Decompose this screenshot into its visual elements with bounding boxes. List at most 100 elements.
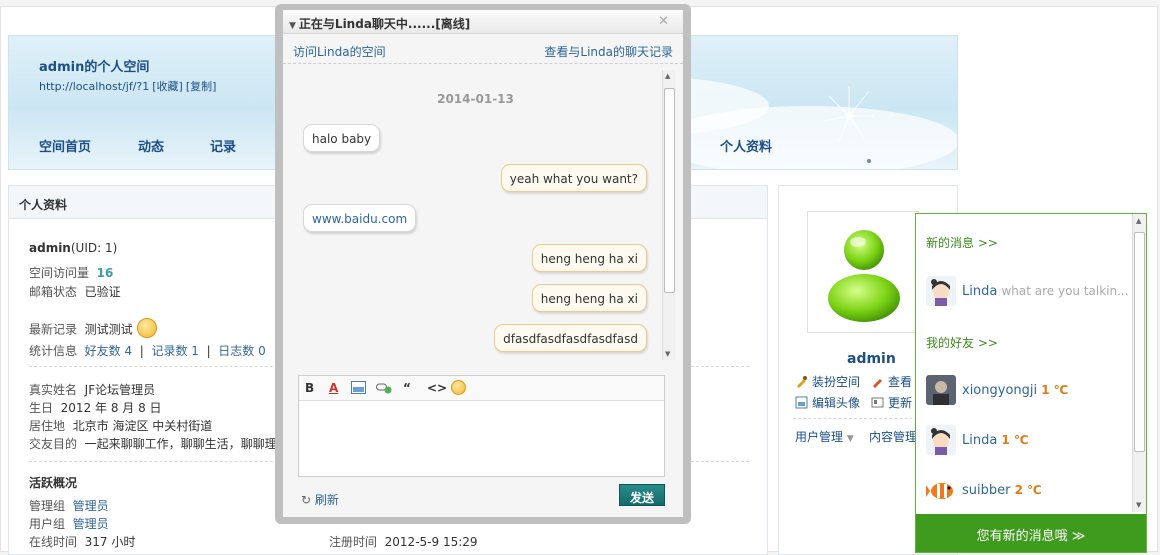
scroll-down-icon[interactable]: ▼ bbox=[1136, 501, 1141, 509]
message-area: 2014-01-13 halo baby yeah what you want?… bbox=[283, 64, 673, 362]
chat-history-link[interactable]: 查看与Linda的聊天记录 bbox=[544, 43, 673, 60]
message-scrollbar[interactable]: ▲ ▼ bbox=[662, 70, 675, 360]
bookmark-link[interactable]: [收藏] bbox=[152, 80, 183, 93]
logs-count-link[interactable]: 日志数 0 bbox=[218, 344, 265, 358]
bold-icon[interactable]: B bbox=[305, 381, 314, 395]
friends-heading[interactable]: 我的好友 >> bbox=[926, 334, 998, 351]
new-messages-heading[interactable]: 新的消息 >> bbox=[926, 234, 998, 251]
edit-avatar-action[interactable]: 编辑头像 bbox=[795, 394, 860, 411]
nav-profile[interactable]: 个人资料 bbox=[720, 136, 772, 155]
latest-line: 最新记录 测试测试 bbox=[29, 318, 157, 340]
purpose-label: 交友目的 bbox=[29, 437, 78, 451]
message-bubble: yeah what you want? bbox=[500, 164, 647, 192]
image-icon[interactable] bbox=[351, 381, 366, 397]
emoticon-icon[interactable] bbox=[451, 380, 466, 395]
realname-label: 真实姓名 bbox=[29, 383, 78, 397]
online-value: 317 小时 bbox=[84, 535, 136, 549]
residence-line: 居住地 北京市 海淀区 中关村街道 bbox=[29, 417, 212, 434]
new-message-item[interactable]: Linda what are you talkin... bbox=[926, 276, 1129, 308]
friend-name: Linda bbox=[962, 433, 998, 448]
email-line: 邮箱状态 已验证 bbox=[29, 283, 121, 300]
view-label: 查看 bbox=[888, 375, 913, 389]
uid: (UID: 1) bbox=[70, 241, 118, 255]
message-textarea[interactable] bbox=[299, 402, 664, 476]
quote-icon[interactable]: “ bbox=[403, 381, 411, 395]
code-icon[interactable]: <> bbox=[427, 381, 447, 395]
message-preview: what are you talkin... bbox=[1001, 284, 1129, 298]
content-manage-menu[interactable]: 内容管理 bbox=[869, 428, 917, 445]
avatar[interactable] bbox=[807, 211, 919, 333]
profile-card-icon bbox=[871, 396, 884, 409]
message-bubble: heng heng ha xi bbox=[531, 284, 647, 312]
records-count-link[interactable]: 记录数 1 bbox=[151, 344, 198, 358]
email-label: 邮箱状态 bbox=[29, 285, 78, 299]
friend-name: suibber bbox=[962, 483, 1011, 498]
update-label: 更新 bbox=[888, 396, 913, 410]
friend-item[interactable]: xiongyongji 1 ℃ bbox=[926, 375, 1126, 407]
chat-dialog: ▼ 正在与Linda聊天中......[离线] ✕ 访问Linda的空间 查看与L… bbox=[283, 10, 683, 517]
nav-home[interactable]: 空间首页 bbox=[39, 136, 91, 155]
font-color-icon[interactable]: A bbox=[329, 381, 338, 395]
stats-line: 统计信息 好友数 4 | 记录数 1 | 日志数 0 bbox=[29, 344, 266, 358]
records-value: 1 bbox=[191, 344, 199, 358]
pencil-icon bbox=[871, 375, 884, 388]
nav-activity[interactable]: 动态 bbox=[138, 136, 164, 155]
view-action[interactable]: 查看 bbox=[871, 373, 912, 390]
refresh-button[interactable]: ↻ 刷新 bbox=[301, 491, 339, 508]
chat-links: 访问Linda的空间 查看与Linda的聊天记录 bbox=[283, 34, 683, 64]
user-manage-menu[interactable]: 用户管理 ▼ bbox=[795, 428, 854, 445]
close-icon[interactable]: ✕ bbox=[658, 14, 669, 29]
message-bubble: dfasdfasdfasdfasdfasd bbox=[494, 324, 647, 352]
message-bubble: heng heng ha xi bbox=[531, 244, 647, 272]
friends-count-link[interactable]: 好友数 4 bbox=[85, 344, 132, 358]
new-message-notification-bar[interactable]: 您有新的消息哦 ≫ bbox=[916, 514, 1146, 552]
visits-line: 空间访问量 16 bbox=[29, 264, 113, 281]
purpose-line: 交友目的 一起来聊聊工作，聊聊生活，聊聊理想 bbox=[29, 435, 289, 452]
admin-group-label: 管理组 bbox=[29, 499, 66, 513]
residence-value: 北京市 海淀区 中关村街道 bbox=[72, 419, 213, 433]
purpose-value: 一起来聊聊工作，聊聊生活，聊聊理想 bbox=[84, 437, 289, 451]
friend-name-line: xiongyongji 1 ℃ bbox=[962, 383, 1068, 398]
user-group-link[interactable]: 管理员 bbox=[73, 517, 109, 531]
avatar bbox=[926, 425, 956, 455]
copy-link[interactable]: [复制] bbox=[186, 80, 217, 93]
message-link-bubble[interactable]: www.baidu.com bbox=[303, 204, 417, 232]
dress-label: 装扮空间 bbox=[812, 375, 861, 389]
logs-label: 日志数 bbox=[218, 344, 255, 358]
message-editor: B A “ <> bbox=[298, 375, 665, 477]
activity-title: 活跃概况 bbox=[29, 476, 78, 490]
messenger-scrollbar[interactable]: ▲ ▼ bbox=[1132, 214, 1146, 512]
link-icon[interactable] bbox=[376, 381, 392, 397]
latest-value[interactable]: 测试测试 bbox=[85, 323, 133, 337]
scroll-up-icon[interactable]: ▲ bbox=[1136, 217, 1141, 225]
space-title[interactable]: admin的个人空间 bbox=[39, 56, 149, 75]
update-action[interactable]: 更新 bbox=[871, 394, 912, 411]
message-sender: Linda what are you talkin... bbox=[962, 284, 1129, 299]
chat-title-bar[interactable]: ▼ 正在与Linda聊天中......[离线] ✕ bbox=[283, 10, 683, 34]
username-line: admin(UID: 1) bbox=[29, 241, 117, 255]
admin-group-link[interactable]: 管理员 bbox=[73, 499, 109, 513]
nav-records[interactable]: 记录 bbox=[210, 136, 236, 155]
page-background: admin的个人空间 http://localhost/jf/?1 [收藏] [复制… bbox=[0, 0, 1160, 555]
smiley-icon bbox=[136, 318, 157, 338]
friend-temperature: 1 ℃ bbox=[1041, 383, 1069, 397]
register-label: 注册时间 bbox=[329, 535, 378, 549]
scroll-up-icon[interactable]: ▲ bbox=[665, 72, 670, 80]
send-button[interactable]: 发送 bbox=[619, 484, 665, 506]
friend-item[interactable]: suibber 2 ℃ bbox=[926, 475, 1126, 507]
space-url[interactable]: http://localhost/jf/?1 bbox=[39, 80, 149, 93]
dress-space-action[interactable]: 装扮空间 bbox=[795, 373, 860, 390]
scroll-down-icon[interactable]: ▼ bbox=[665, 350, 670, 358]
visit-space-link[interactable]: 访问Linda的空间 bbox=[293, 43, 386, 60]
friend-item[interactable]: Linda 1 ℃ bbox=[926, 425, 1126, 457]
scroll-thumb[interactable] bbox=[1134, 232, 1145, 452]
user-group-label: 用户组 bbox=[29, 517, 66, 531]
chat-dialog-shadow: ▼ 正在与Linda聊天中......[离线] ✕ 访问Linda的空间 查看与L… bbox=[275, 4, 691, 524]
message-bubble: halo baby bbox=[303, 124, 381, 152]
chat-title: 正在与Linda聊天中......[离线] bbox=[298, 17, 471, 31]
collapse-arrow-icon[interactable]: ▼ bbox=[289, 21, 296, 31]
card-username[interactable]: admin bbox=[847, 351, 896, 367]
user-manage-label: 用户管理 bbox=[795, 430, 844, 444]
friends-value: 4 bbox=[124, 344, 133, 358]
scroll-thumb[interactable] bbox=[664, 88, 675, 293]
